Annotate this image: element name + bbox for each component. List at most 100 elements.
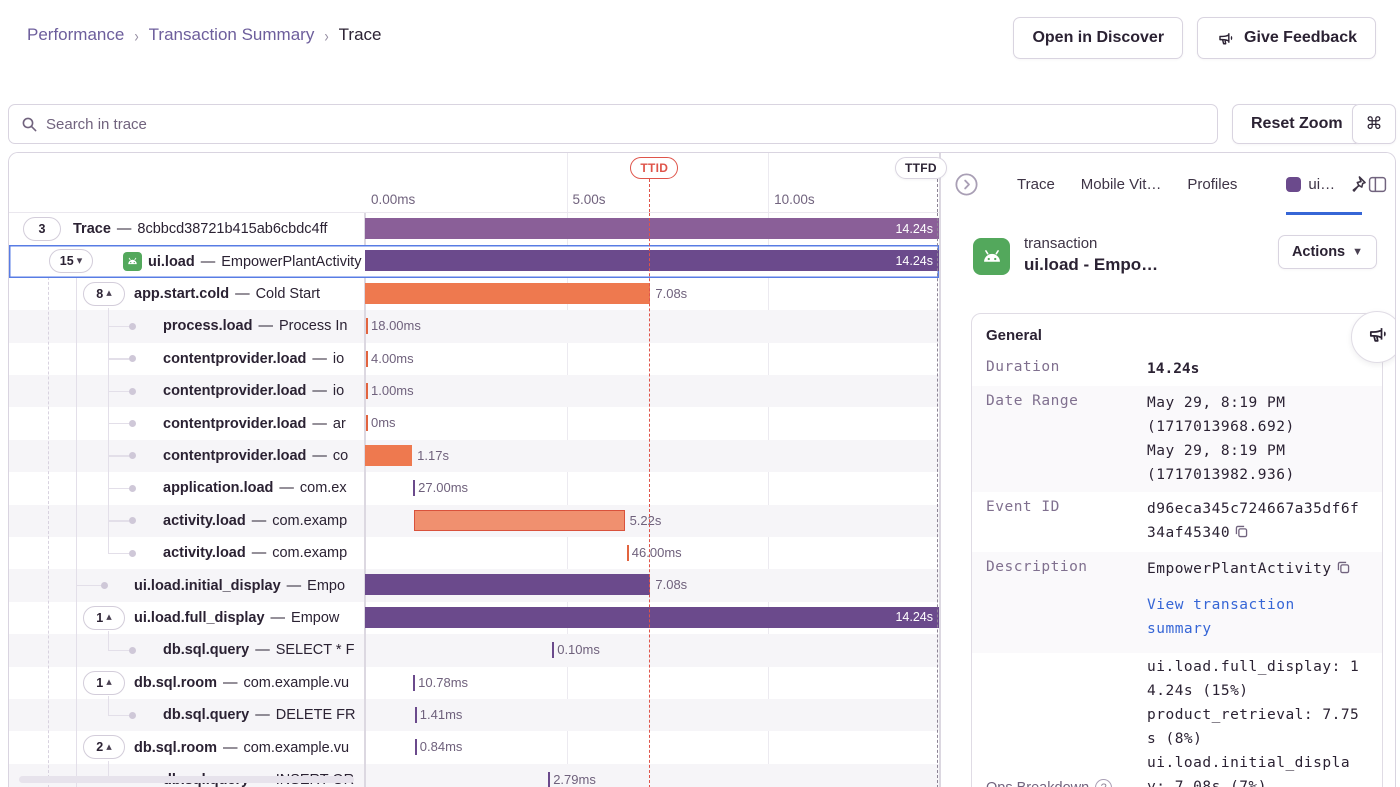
axis-gridline — [567, 153, 568, 212]
tree-cell: contentprovider.load—io — [9, 375, 364, 407]
span-tick[interactable] — [552, 642, 554, 658]
span-tick[interactable] — [366, 351, 368, 367]
trace-row-db.sql.query[interactable]: db.sql.query—SELECT * F0.10ms — [9, 634, 939, 666]
duration-label: 1.00ms — [371, 375, 414, 407]
copy-icon[interactable] — [1234, 523, 1249, 547]
duration-label: 7.08s — [655, 569, 687, 601]
expand-pill[interactable]: 3 — [23, 217, 61, 241]
span-tick[interactable] — [415, 739, 417, 755]
span-bar[interactable] — [365, 574, 650, 595]
expand-pill[interactable]: 15▾ — [49, 249, 93, 273]
expand-pill[interactable]: 1▴ — [83, 671, 125, 695]
duration-label: 4.00ms — [371, 343, 414, 375]
trace-row-ui.load[interactable]: 15▾ui.load—EmpowerPlantActivity14.24s — [9, 245, 939, 277]
trace-row-ui.load.initial_display[interactable]: ui.load.initial_display—Empo 7.08s — [9, 569, 939, 601]
ttid-marker-line — [649, 213, 650, 787]
trace-row-activity.load[interactable]: activity.load—com.examp46.00ms — [9, 537, 939, 569]
tree-cell: 2▴ db.sql.room—com.example.vu — [9, 731, 364, 763]
span-tick[interactable] — [413, 480, 415, 496]
expand-pill[interactable]: 2▴ — [83, 735, 125, 759]
duration-label: Duration — [986, 357, 1147, 381]
active-tab-label: ui… — [1308, 176, 1335, 193]
chart-cell: 2.79ms — [365, 764, 939, 787]
span-label: app.start.cold—Cold Start — [134, 278, 320, 310]
trace-row-Trace[interactable]: 3Trace—8cbbcd38721b415ab6cbdc4ff14.24s — [9, 213, 939, 245]
ttfd-marker-line — [937, 179, 938, 212]
collapse-drawer-icon[interactable] — [953, 171, 980, 198]
trace-row-activity.load[interactable]: activity.load—com.examp5.22s — [9, 505, 939, 537]
breadcrumb-item-performance[interactable]: Performance — [27, 25, 124, 45]
span-label: db.sql.room—com.example.vu — [134, 731, 349, 763]
span-bar[interactable] — [365, 283, 650, 304]
span-tick[interactable] — [413, 675, 415, 691]
span-label: activity.load—com.examp — [163, 505, 347, 537]
ttid-marker-line — [649, 179, 650, 212]
expand-pill[interactable]: 1▴ — [83, 606, 125, 630]
trace-row-contentprovider.load[interactable]: contentprovider.load—ar0ms — [9, 407, 939, 439]
trace-row-db.sql.room[interactable]: 2▴db.sql.room—com.example.vu0.84ms — [9, 731, 939, 763]
search-input[interactable] — [46, 116, 1205, 133]
trace-row-contentprovider.load[interactable]: contentprovider.load—io1.00ms — [9, 375, 939, 407]
duration-value: 14.24s — [1147, 357, 1370, 381]
trace-row-application.load[interactable]: application.load—com.ex27.00ms — [9, 472, 939, 504]
expand-pill[interactable]: 8▴ — [83, 282, 125, 306]
tab-mobile-vit-[interactable]: Mobile Vit… — [1081, 176, 1162, 193]
tab-trace[interactable]: Trace — [1017, 176, 1055, 193]
help-icon[interactable]: ? — [1095, 779, 1112, 787]
chart-cell: 14.24s — [365, 245, 939, 277]
span-label: application.load—com.ex — [163, 472, 347, 504]
span-tick[interactable] — [366, 318, 368, 334]
span-bar[interactable]: 14.24s — [365, 607, 939, 628]
trace-row-contentprovider.load[interactable]: contentprovider.load—co1.17s — [9, 440, 939, 472]
leaf-bullet — [129, 452, 136, 459]
value-line: (1717013968.692) — [1147, 415, 1364, 439]
tree-cell: contentprovider.load—ar — [9, 407, 364, 439]
breadcrumb-separator-icon: › — [324, 25, 328, 45]
chevron-up-icon: ▴ — [106, 288, 112, 299]
feedback-fab[interactable] — [1351, 311, 1396, 363]
tree-cell: process.load—Process In — [9, 310, 364, 342]
field-duration: Duration 14.24s — [972, 352, 1382, 386]
span-bar[interactable]: 14.24s — [365, 250, 939, 271]
copy-icon[interactable] — [1336, 559, 1351, 583]
leaf-bullet — [129, 517, 136, 524]
trace-row-ui.load.full_display[interactable]: 1▴ui.load.full_display—Empow14.24s — [9, 602, 939, 634]
shortcut-button[interactable]: ⌘ — [1352, 104, 1396, 144]
trace-row-process.load[interactable]: process.load—Process In18.00ms — [9, 310, 939, 342]
span-color-swatch — [1286, 177, 1301, 192]
drawer-nav: Trace Mobile Vit… Profiles ui… — [941, 153, 1396, 215]
give-feedback-button[interactable]: Give Feedback — [1197, 17, 1376, 59]
actions-button[interactable]: Actions ▼ — [1278, 235, 1377, 269]
span-tick[interactable] — [366, 383, 368, 399]
ops-breakdown-values: ui.load.full_display: 14.24s (15%)produc… — [1147, 655, 1370, 787]
pin-icon[interactable] — [1347, 174, 1368, 195]
android-icon — [123, 252, 142, 271]
field-event-id: Event ID d96eca345c724667a35df6f34af4534… — [972, 492, 1382, 552]
tab-profiles[interactable]: Profiles — [1187, 176, 1237, 193]
breadcrumb-item-transaction-summary[interactable]: Transaction Summary — [149, 25, 315, 45]
tab-active-span[interactable]: ui… — [1286, 153, 1335, 215]
span-bar[interactable] — [414, 510, 624, 531]
span-tick[interactable] — [627, 545, 629, 561]
span-tick[interactable] — [548, 772, 550, 787]
span-tick[interactable] — [366, 415, 368, 431]
chevron-down-icon: ▾ — [77, 256, 83, 267]
layout-sidebar-left-icon[interactable] — [1368, 175, 1387, 194]
leaf-bullet — [129, 712, 136, 719]
span-bar[interactable]: 14.24s — [365, 218, 939, 239]
view-transaction-summary-link[interactable]: View transaction summary — [1147, 593, 1364, 641]
span-bar[interactable] — [365, 445, 412, 466]
trace-row-contentprovider.load[interactable]: contentprovider.load—io4.00ms — [9, 343, 939, 375]
tree-connector-stub — [108, 455, 129, 457]
trace-row-app.start.cold[interactable]: 8▴app.start.cold—Cold Start7.08s — [9, 278, 939, 310]
transaction-kind-label: transaction — [1024, 235, 1158, 252]
span-tick[interactable] — [415, 707, 417, 723]
duration-label: 14.24s — [895, 254, 939, 268]
trace-row-db.sql.room[interactable]: 1▴db.sql.room—com.example.vu10.78ms — [9, 667, 939, 699]
horizontal-scrollbar[interactable] — [19, 776, 354, 783]
span-label: ui.load.initial_display—Empo — [134, 569, 345, 601]
reset-zoom-button[interactable]: Reset Zoom — [1232, 104, 1362, 144]
chevron-up-icon: ▴ — [106, 677, 112, 688]
trace-row-db.sql.query[interactable]: db.sql.query—DELETE FR1.41ms — [9, 699, 939, 731]
open-in-discover-button[interactable]: Open in Discover — [1013, 17, 1183, 59]
